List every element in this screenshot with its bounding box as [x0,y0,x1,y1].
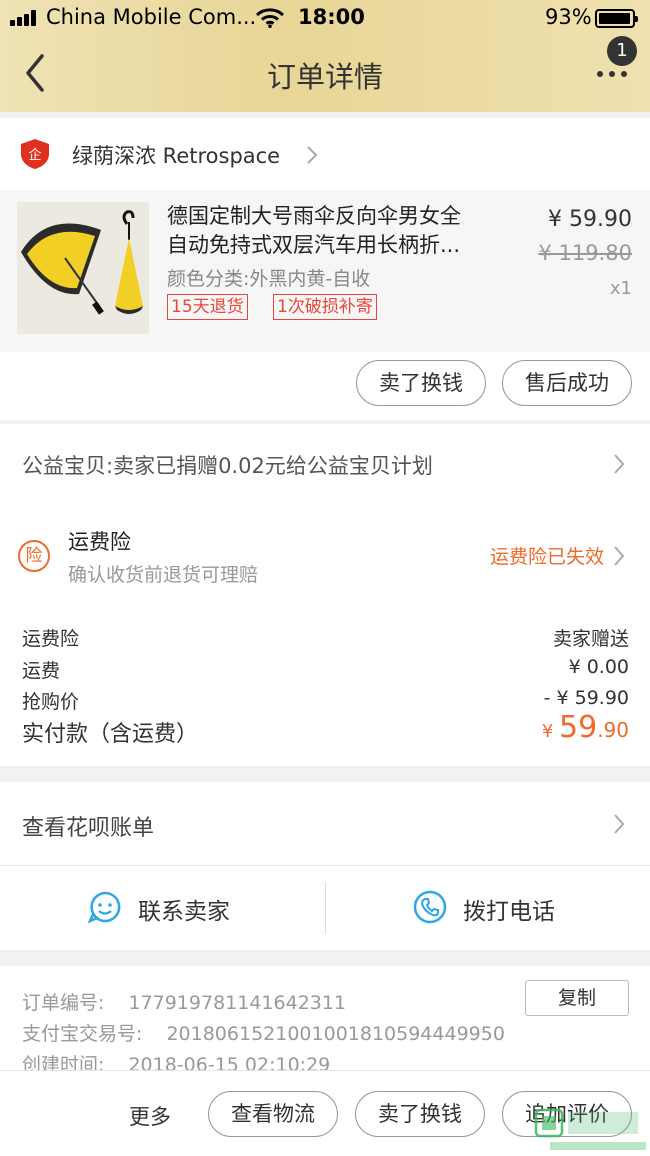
alipay-number-label: 支付宝交易号: [22,1023,143,1045]
total-amount: ¥ 59.90 [542,710,629,745]
fee-row-insurance: 运费险 卖家赠送 [22,624,629,651]
shop-logo-icon: 企 [21,139,49,169]
fee-row-shipping: 运费 ¥ 0.00 [22,656,629,683]
carrier-name: China Mobile Com... [46,5,257,29]
product-quantity: x1 [609,278,632,299]
contact-seller-button[interactable]: 联系卖家 [0,866,325,950]
total-currency: ¥ [541,721,559,742]
fee-label: 抢购价 [22,691,80,713]
top-bar: China Mobile Com... 18:00 93% 订单详情 1 [0,0,650,112]
clock: 18:00 [298,5,365,29]
sell-item-button[interactable]: 卖了换钱 [356,360,486,406]
shop-name: 绿荫深浓 Retrospace [72,144,281,168]
product-image[interactable] [17,202,149,334]
charity-text: 公益宝贝:卖家已捐赠0.02元给公益宝贝计划 [22,454,433,478]
svg-text:企: 企 [28,147,41,163]
product-sku: 颜色分类:外黑内黄-自收 [167,268,371,290]
damage-policy-tag: 1次破损补寄 [273,294,377,320]
copy-button[interactable]: 复制 [525,980,629,1016]
chevron-right-icon [614,546,625,566]
insurance-title: 运费险 [68,530,131,554]
phone-icon [413,890,447,924]
shop-row[interactable]: 企 绿荫深浓 Retrospace [0,118,650,190]
fee-value: - ¥ 59.90 [543,687,629,709]
notification-badge: 1 [607,36,637,66]
product-title[interactable]: 德国定制大号雨伞反向伞男女全 自动免持式双层汽车用长柄折... [167,202,497,260]
return-policy-tag: 15天退货 [167,294,248,320]
seller-chat-icon [88,891,121,924]
insurance-subtitle: 确认收货前退货可理赔 [68,564,259,586]
more-button[interactable]: 更多 [129,1101,171,1131]
created-time-row: 创建时间: 2018-06-15 02:10:29 [22,1050,330,1070]
fee-value: ¥ 0.00 [568,656,629,678]
contact-seller-label: 联系卖家 [138,899,230,925]
order-number-label: 订单编号: [22,992,105,1014]
created-time-label: 创建时间: [22,1054,105,1070]
created-time: 2018-06-15 02:10:29 [128,1054,331,1070]
payment-summary-card: 险 运费险 确认收货前退货可理赔 运费险已失效 运费险 卖家赠送 运费 ¥ 0.… [0,504,650,766]
chevron-right-icon [614,814,625,834]
order-number-row: 订单编号: 177919781141642311 [22,988,346,1015]
fee-label: 运费 [22,660,61,682]
watermark-logo [534,1108,646,1150]
item-row[interactable]: 德国定制大号雨伞反向伞男女全 自动免持式双层汽车用长柄折... 颜色分类:外黑内… [0,190,650,352]
order-number: 177919781141642311 [128,992,347,1014]
signal-icon [10,10,40,26]
status-bar: China Mobile Com... 18:00 93% [0,0,650,36]
product-price: ¥ 59.90 [548,207,632,232]
order-info-card: 订单编号: 177919781141642311 复制 支付宝交易号: 2018… [0,966,650,1070]
page-title: 订单详情 [266,60,383,94]
fee-value: 卖家赠送 [552,628,629,650]
total-integer: 59 [559,710,598,745]
insurance-status: 运费险已失效 [489,546,604,568]
product-title-line1: 德国定制大号雨伞反向伞男女全 [167,204,461,228]
huabei-bill-text: 查看花呗账单 [22,816,155,841]
sell-button[interactable]: 卖了换钱 [355,1091,485,1137]
alipay-number-row: 支付宝交易号: 2018061521001001810594449950 [22,1019,505,1046]
total-decimal: .90 [597,718,629,742]
call-phone-label: 拨打电话 [463,899,555,925]
battery-percent: 93% [545,5,592,29]
view-logistics-button[interactable]: 查看物流 [208,1091,338,1137]
charity-row[interactable]: 公益宝贝:卖家已捐赠0.02元给公益宝贝计划 [0,424,650,504]
chevron-right-icon [614,454,625,474]
battery-icon [595,9,638,28]
alipay-number: 2018061521001001810594449950 [166,1023,505,1045]
chevron-right-icon [307,146,318,164]
huabei-bill-row[interactable]: 查看花呗账单 [0,782,650,866]
product-original-price: ¥ 119.80 [538,241,632,265]
contact-row: 联系卖家 拨打电话 [0,866,650,950]
product-title-line2: 自动免持式双层汽车用长柄折... [167,233,461,257]
after-sale-button[interactable]: 售后成功 [502,360,632,406]
fee-label: 运费险 [22,628,80,650]
insurance-icon: 险 [18,540,50,572]
total-row: 实付款（含运费） ¥ 59.90 [22,710,629,748]
order-item-card: 企 绿荫深浓 Retrospace 德国定制大号雨伞反向伞男女全 自动免持式双层… [0,118,650,420]
total-label: 实付款（含运费） [22,722,199,747]
wifi-icon [256,8,284,28]
fee-row-flash-price: 抢购价 - ¥ 59.90 [22,687,629,714]
call-phone-button[interactable]: 拨打电话 [325,866,650,950]
